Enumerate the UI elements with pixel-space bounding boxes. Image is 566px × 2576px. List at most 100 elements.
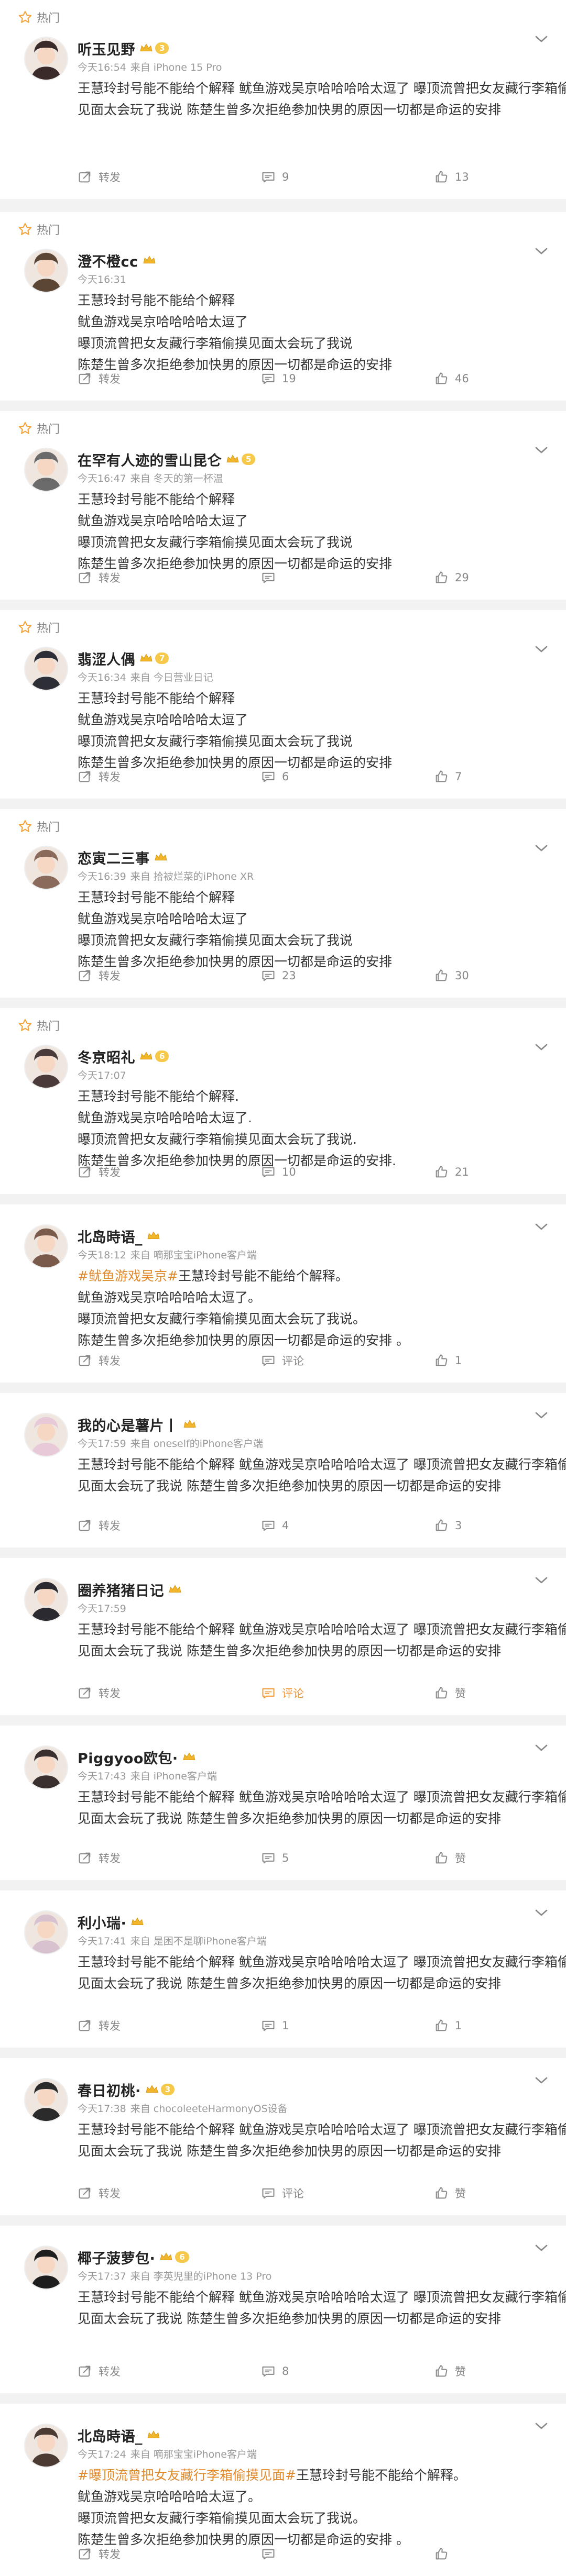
comment-time: 今天18:12 [78,1250,126,1261]
forward-button[interactable]: 转发 [78,1350,121,1371]
like-count: 7 [455,770,462,783]
forward-button[interactable]: 转发 [78,965,121,986]
username[interactable]: 翡涩人偶 [78,648,135,669]
like-button[interactable]: 3 [434,1515,462,1536]
like-button[interactable]: 赞 [434,1848,466,1869]
like-button[interactable]: 赞 [434,2361,466,2382]
username[interactable]: 恋寅二三事 [78,847,150,868]
like-button[interactable]: 赞 [434,2183,466,2204]
comment-button[interactable]: 8 [261,2361,289,2382]
comment-button[interactable] [261,567,282,588]
chevron-down-icon[interactable] [535,1222,548,1231]
avatar[interactable] [24,1413,68,1457]
comment-button[interactable]: 23 [261,965,296,986]
comment-line: 鱿鱼游戏吴京哈哈哈哈太逗了 [78,314,248,329]
chevron-down-icon[interactable] [535,35,548,43]
chevron-down-icon[interactable] [535,645,548,653]
like-button[interactable]: 13 [434,167,469,187]
comment-button[interactable]: 评论 [261,2183,304,2204]
comment-icon [261,2547,282,2561]
forward-label: 转发 [99,2187,121,2200]
star-icon [18,10,32,25]
avatar[interactable] [24,1045,68,1089]
comment-button[interactable]: 19 [261,368,296,389]
chevron-down-icon[interactable] [535,2076,548,2084]
comment-icon [261,2364,282,2379]
avatar[interactable] [24,37,68,81]
avatar[interactable] [24,2078,68,2122]
forward-button[interactable]: 转发 [78,567,121,588]
forward-button[interactable]: 转发 [78,2544,121,2564]
username[interactable]: 北岛時语_ [78,2425,143,2446]
comment-button[interactable]: 4 [261,1515,289,1536]
username[interactable]: 冬京昭礼 [78,1046,135,1067]
username[interactable]: 我的心是薯片丨 [78,1414,179,1435]
chevron-down-icon[interactable] [535,1908,548,1917]
username[interactable]: 椰子菠萝包· [78,2247,155,2268]
chevron-down-icon[interactable] [535,1576,548,1584]
comment-button[interactable]: 评论 [261,1350,304,1371]
chevron-down-icon[interactable] [535,1043,548,1051]
comment-button[interactable]: 5 [261,1848,289,1869]
username[interactable]: 北岛時语_ [78,1226,143,1246]
like-button[interactable]: 30 [434,965,469,986]
comment-button[interactable]: 评论 [261,1683,304,1704]
forward-button[interactable]: 转发 [78,1162,121,1182]
comment-button[interactable] [261,2544,282,2564]
username[interactable]: Piggyoo欧包· [78,1747,178,1767]
forward-button[interactable]: 转发 [78,766,121,787]
comment-button[interactable]: 6 [261,766,289,787]
like-button[interactable]: 赞 [434,1683,466,1704]
like-button[interactable]: 1 [434,2015,462,2036]
avatar[interactable] [24,2424,68,2468]
comment-button[interactable]: 10 [261,1162,296,1182]
forward-button[interactable]: 转发 [78,1515,121,1536]
username[interactable]: 春日初桃· [78,2080,141,2100]
chevron-down-icon[interactable] [535,247,548,255]
forward-button[interactable]: 转发 [78,1683,121,1704]
avatar[interactable] [24,1224,68,1268]
chevron-down-icon[interactable] [535,1743,548,1752]
username[interactable]: 澄不橙cc [78,250,138,271]
like-button[interactable]: 29 [434,567,469,588]
forward-button[interactable]: 转发 [78,368,121,389]
username[interactable]: 圈养猪猪日记 [78,1579,164,1600]
chevron-down-icon[interactable] [535,2243,548,2252]
forward-icon [78,2547,99,2561]
avatar[interactable] [24,249,68,293]
forward-button[interactable]: 转发 [78,2015,121,2036]
avatar[interactable] [24,846,68,890]
avatar[interactable] [24,448,68,492]
forward-button[interactable]: 转发 [78,1848,121,1869]
like-button[interactable]: 1 [434,1350,462,1371]
comment-line: 鱿鱼游戏吴京哈哈哈哈太逗了 [78,513,248,528]
username[interactable]: 在罕有人迹的雪山昆仑 [78,449,222,470]
comment-button[interactable]: 1 [261,2015,289,2036]
username[interactable]: 利小瑞· [78,1912,126,1932]
comment-icon [261,769,282,784]
avatar[interactable] [24,1745,68,1789]
comment-line: 鱿鱼游戏吴京哈哈哈哈太逗了. [78,1110,252,1125]
avatar[interactable] [24,1910,68,1954]
like-button[interactable]: 46 [434,368,469,389]
forward-icon [78,170,99,184]
like-button[interactable]: 7 [434,766,462,787]
avatar[interactable] [24,2246,68,2290]
forward-button[interactable]: 转发 [78,2361,121,2382]
forward-button[interactable]: 转发 [78,2183,121,2204]
like-button[interactable] [434,2544,455,2564]
forward-button[interactable]: 转发 [78,167,121,187]
chevron-down-icon[interactable] [535,2422,548,2430]
hashtag-link[interactable]: #曝顶流曾把女友藏行李箱偷摸见面# [78,2468,296,2483]
comment-button[interactable]: 9 [261,167,289,187]
like-button[interactable]: 21 [434,1162,469,1182]
username[interactable]: 听玉见野 [78,38,135,59]
chevron-down-icon[interactable] [535,1411,548,1419]
comment-icon [261,1353,282,1368]
avatar[interactable] [24,1578,68,1622]
avatar[interactable] [24,647,68,691]
chevron-down-icon[interactable] [535,446,548,454]
comment-line: 王慧玲封号能不能给个解释 [78,492,235,507]
chevron-down-icon[interactable] [535,844,548,852]
hashtag-link[interactable]: #鱿鱼游戏吴京# [78,1268,178,1284]
